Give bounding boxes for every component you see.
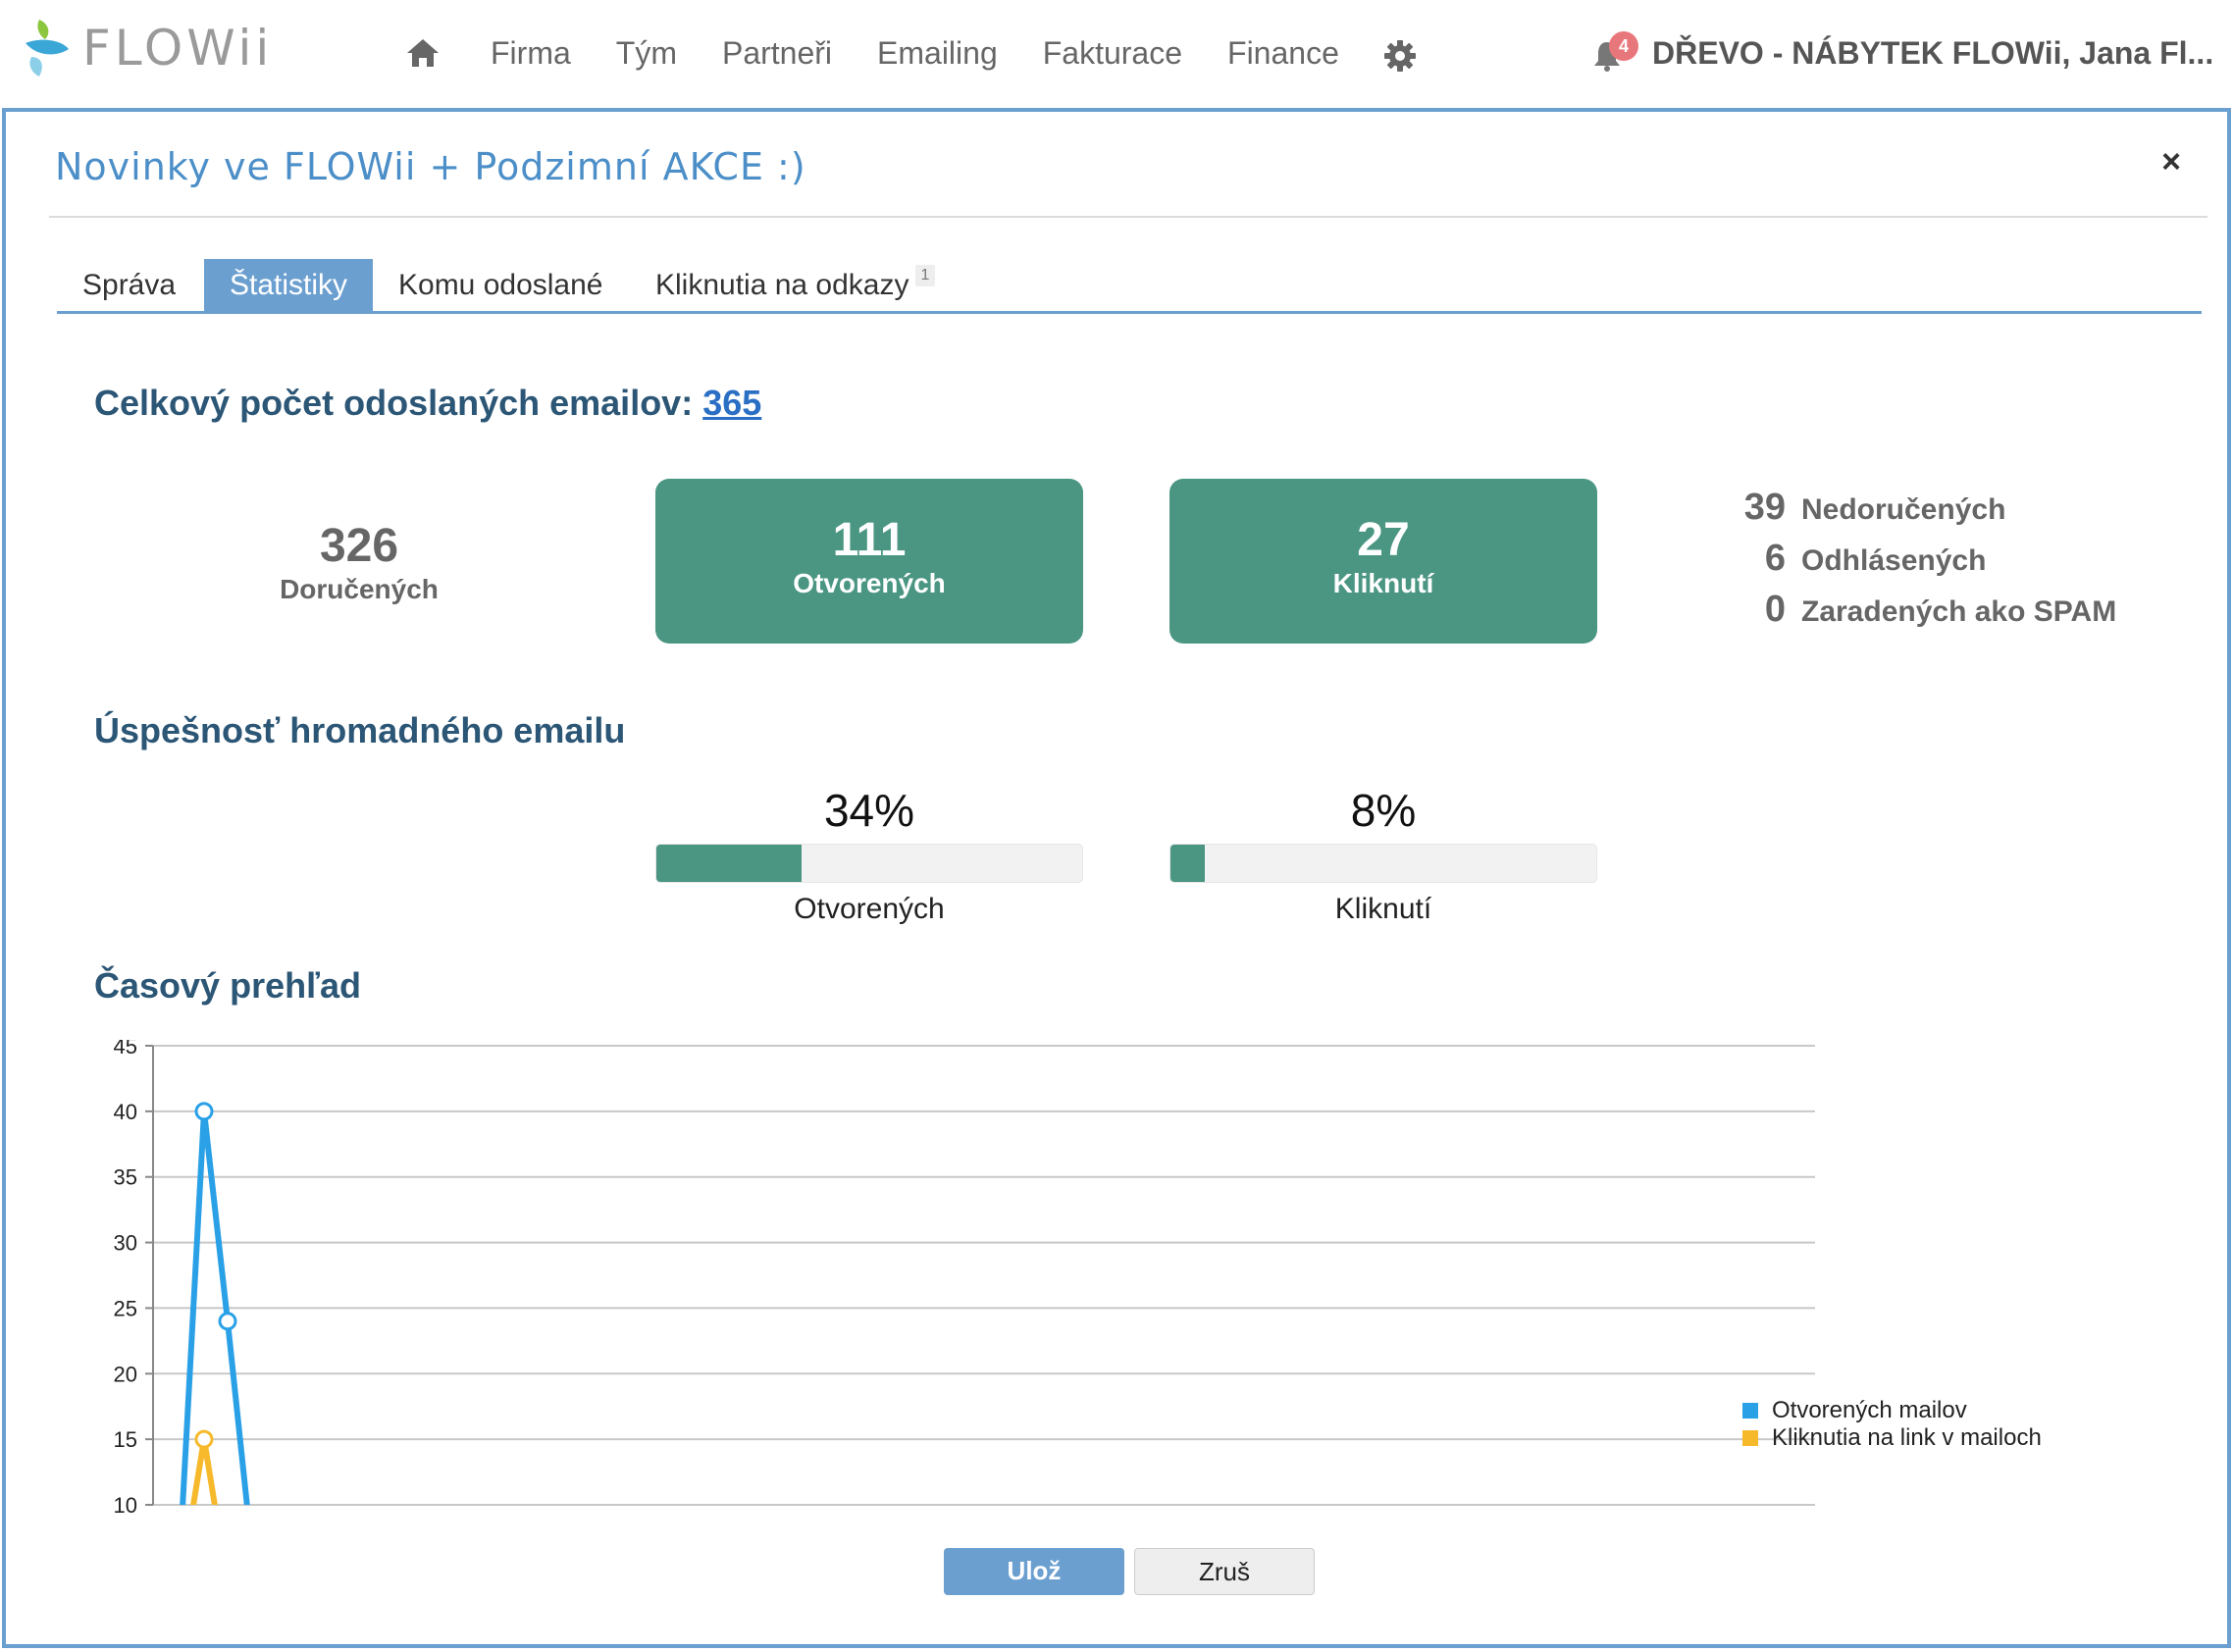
- user-menu[interactable]: DŘEVO - NÁBYTEK FLOWii, Jana Fl...: [1652, 35, 2213, 72]
- divider: [49, 216, 2207, 218]
- stat-value: 111: [832, 514, 907, 566]
- y-tick-label: 15: [114, 1427, 137, 1452]
- data-point: [194, 1429, 214, 1449]
- legend-item-clicks[interactable]: Kliknutia na link v mailoch: [1742, 1424, 2042, 1452]
- stat-label: Doručených: [280, 574, 439, 604]
- data-point: [194, 1102, 214, 1121]
- progress-percent: 8%: [1350, 785, 1417, 836]
- tab-komu-odoslane[interactable]: Komu odoslané: [373, 259, 628, 311]
- y-tick-label: 35: [114, 1165, 137, 1190]
- tab-count-badge: 1: [914, 265, 936, 286]
- total-sent-heading: Celkový počet odoslaných emailov: 365: [94, 383, 761, 424]
- stat-value: 6: [1764, 538, 1786, 579]
- nav-item-finance[interactable]: Finance: [1227, 35, 1339, 72]
- timeline-chart: 45 40 35 30 25 20 15 10: [94, 1034, 2213, 1550]
- close-icon[interactable]: ×: [2156, 145, 2186, 179]
- stat-undelivered: 39 Nedoručených: [1737, 487, 2116, 538]
- y-tick-label: 25: [114, 1296, 137, 1320]
- legend-swatch: [1742, 1403, 1758, 1419]
- gear-icon[interactable]: [1383, 39, 1417, 73]
- secondary-stats: 39 Nedoručených 6 Odhlásených 0 Zaradený…: [1737, 487, 2117, 640]
- tab-label: Správa: [82, 269, 177, 301]
- progress-opened: 34% Otvorených: [655, 783, 1083, 926]
- flowii-logo[interactable]: FLOWii: [22, 14, 277, 82]
- campaign-modal: Novinky ve FLOWii + Podzimní AKCE :) × S…: [2, 108, 2231, 1648]
- stat-label: Nedoručených: [1801, 493, 2006, 526]
- progress-track: [1169, 844, 1597, 883]
- y-tick-label: 10: [114, 1493, 137, 1518]
- save-button[interactable]: Ulož: [944, 1548, 1124, 1595]
- tab-sprava[interactable]: Správa: [57, 259, 201, 311]
- progress-clicked: 8% Kliknutí: [1169, 783, 1597, 926]
- progress-fill: [656, 845, 802, 882]
- timeline-heading: Časový prehľad: [94, 965, 361, 1006]
- modal-title: Novinky ve FLOWii + Podzimní AKCE :): [55, 145, 806, 188]
- nav-item-fakturace[interactable]: Fakturace: [1043, 35, 1182, 72]
- top-navbar: FLOWii Firma Tým Partneři Emailing Faktu…: [0, 0, 2233, 106]
- y-tick-label: 45: [114, 1040, 137, 1058]
- stat-label: Otvorených: [793, 568, 946, 598]
- nav-item-emailing[interactable]: Emailing: [877, 35, 998, 72]
- home-icon[interactable]: [406, 37, 440, 69]
- stat-delivered: 326 Doručených: [212, 520, 506, 606]
- flowii-logo-icon: [26, 20, 69, 77]
- main-menu: Firma Tým Partneři Emailing Fakturace Fi…: [491, 35, 1384, 72]
- nav-item-firma[interactable]: Firma: [491, 35, 571, 72]
- stat-unsubscribed: 6 Odhlásených: [1737, 538, 2116, 589]
- y-tick-label: 40: [114, 1100, 137, 1124]
- progress-fill: [1170, 845, 1205, 882]
- progress-label: Kliknutí: [1334, 893, 1432, 925]
- legend-label: Kliknutia na link v mailoch: [1772, 1424, 2042, 1451]
- tab-statistiky[interactable]: Štatistiky: [204, 259, 374, 311]
- tab-label: Štatistiky: [230, 269, 348, 301]
- notification-badge: 4: [1609, 31, 1638, 61]
- stat-label: Kliknutí: [1332, 568, 1434, 598]
- legend-swatch: [1742, 1430, 1758, 1446]
- data-point: [218, 1312, 237, 1331]
- logo-text: FLOWii: [82, 20, 274, 77]
- y-tick-label: 30: [114, 1231, 137, 1256]
- legend-item-opened[interactable]: Otvorených mailov: [1742, 1397, 2042, 1424]
- progress-label: Otvorených: [794, 893, 945, 925]
- stat-value: 27: [1357, 514, 1410, 566]
- total-sent-label: Celkový počet odoslaných emailov:: [94, 383, 694, 423]
- progress-percent: 34%: [823, 785, 915, 836]
- stat-spam: 0 Zaradených ako SPAM: [1737, 589, 2116, 640]
- chart-svg: 45 40 35 30 25 20 15 10: [114, 1034, 1815, 1518]
- stat-value: 39: [1743, 487, 1786, 528]
- success-heading: Úspešnosť hromadného emailu: [94, 710, 626, 750]
- cancel-button[interactable]: Zruš: [1134, 1548, 1315, 1595]
- total-sent-link[interactable]: 365: [702, 383, 761, 423]
- tab-label: Kliknutia na odkazy: [655, 269, 909, 301]
- tab-bar: Správa Štatistiky Komu odoslané Kliknuti…: [57, 259, 2202, 314]
- chart-legend: Otvorených mailov Kliknutia na link v ma…: [1742, 1397, 2042, 1452]
- stat-opened-box[interactable]: 111 Otvorených: [655, 479, 1083, 644]
- nav-item-tym[interactable]: Tým: [616, 35, 677, 72]
- stat-value: 0: [1764, 589, 1786, 630]
- stat-label: Zaradených ako SPAM: [1801, 595, 2117, 628]
- stat-label: Odhlásených: [1801, 544, 1987, 577]
- tab-kliknutia-na-odkazy[interactable]: Kliknutia na odkazy 1: [630, 259, 961, 311]
- progress-track: [655, 844, 1083, 883]
- stat-value: 326: [319, 520, 399, 572]
- stat-clicked-box[interactable]: 27 Kliknutí: [1169, 479, 1597, 644]
- y-tick-label: 20: [114, 1362, 137, 1386]
- nav-item-partneri[interactable]: Partneři: [722, 35, 832, 72]
- legend-label: Otvorených mailov: [1772, 1397, 1967, 1423]
- tab-label: Komu odoslané: [398, 269, 603, 301]
